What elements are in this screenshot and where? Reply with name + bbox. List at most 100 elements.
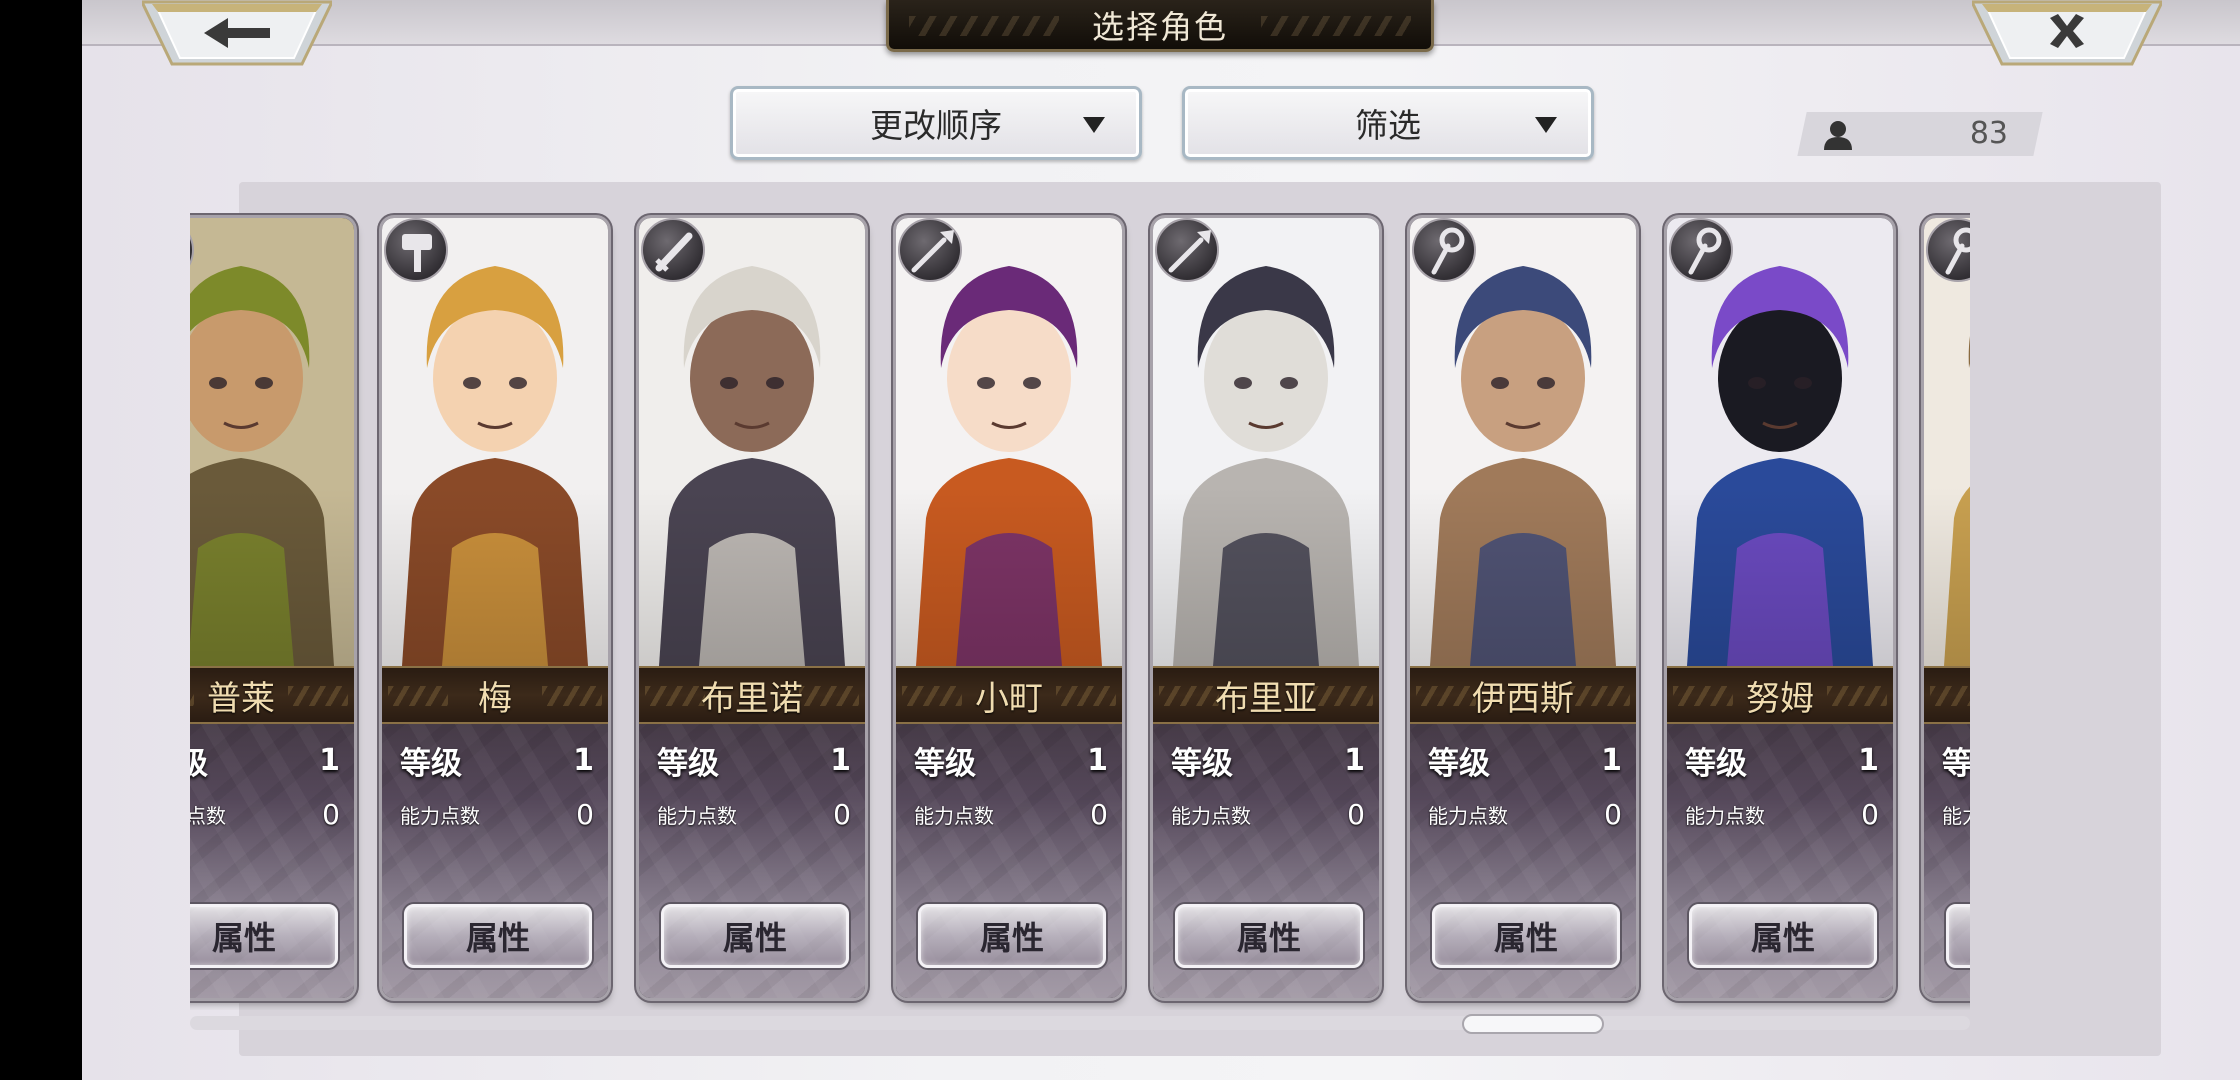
sort-order-label: 更改顺序 xyxy=(870,106,1002,145)
character-name: 布里亚 xyxy=(1215,678,1317,719)
level-row: 等级 1 xyxy=(1428,738,1622,782)
character-card[interactable]: 努姆 等级 1 能力点数 0 属性 xyxy=(1667,218,1893,998)
portrait-shade xyxy=(1153,218,1379,666)
attributes-button-label: 属性 xyxy=(722,919,787,957)
hammer-icon xyxy=(402,234,432,272)
character-name: 伊西斯 xyxy=(1472,678,1574,719)
horizontal-scrollbar-thumb[interactable] xyxy=(1462,1014,1604,1034)
spear-icon xyxy=(1168,230,1211,273)
game-screen: 选择角色 更改顺序 筛选 83 普莱 级 1 点数 0 属性 梅 等级 1 能力… xyxy=(0,0,2240,1080)
title-ornament-left xyxy=(909,16,1059,36)
staff-icon xyxy=(1431,227,1465,275)
character-card[interactable]: 梅 等级 1 能力点数 0 属性 xyxy=(382,218,608,998)
portrait-shade xyxy=(1410,218,1636,666)
character-card[interactable]: 小町 等级 1 能力点数 0 属性 xyxy=(896,218,1122,998)
portrait-shade xyxy=(1924,218,1970,666)
page-title: 选择角色 xyxy=(1091,7,1228,46)
chevron-down-icon xyxy=(1083,117,1105,133)
character-name: 努姆 xyxy=(1746,678,1814,719)
title-plate: 选择角色 xyxy=(886,0,1434,52)
hammer-icon xyxy=(384,218,448,282)
level-row: 等级 xyxy=(1942,738,1970,782)
sword-icon xyxy=(655,232,693,272)
level-label: 等级 xyxy=(1428,745,1490,782)
attributes-button-label: 属性 xyxy=(465,919,530,957)
ability-points-label: 能力点数 xyxy=(914,803,994,828)
ability-points-label: 能力点数 xyxy=(190,803,226,828)
level-label: 等级 xyxy=(657,745,719,782)
name-strip: 伊西斯 xyxy=(1410,666,1636,724)
level-value: 1 xyxy=(1601,742,1622,778)
ability-points-row: 能力点数 xyxy=(1942,796,1970,832)
ability-points-label: 能力点数 xyxy=(1685,803,1765,828)
level-label: 等级 xyxy=(190,745,208,782)
ability-points-label: 能力点数 xyxy=(400,803,480,828)
ability-points-value: 0 xyxy=(1347,797,1365,831)
spear-icon xyxy=(190,220,192,280)
back-button[interactable] xyxy=(142,0,332,66)
staff-icon xyxy=(1945,227,1970,275)
character-name: 梅 xyxy=(478,678,512,719)
ability-points-value: 0 xyxy=(833,797,851,831)
ability-points-row: 能力点数 0 xyxy=(1171,796,1365,832)
horizontal-scrollbar-track[interactable] xyxy=(190,1016,1970,1030)
attributes-button[interactable]: 属性 xyxy=(404,904,592,968)
character-count-value: 83 xyxy=(1969,116,2008,151)
attributes-button-label: 属性 xyxy=(211,919,276,957)
ability-points-row: 能力点数 0 xyxy=(1428,796,1622,832)
attributes-button[interactable]: 属性 xyxy=(1689,904,1877,968)
ability-points-label: 能力点数 xyxy=(1942,803,1970,828)
attributes-button[interactable]: 属性 xyxy=(190,904,338,968)
level-label: 等级 xyxy=(914,745,976,782)
spear-icon xyxy=(911,230,954,273)
ability-points-value: 0 xyxy=(322,797,340,831)
staff-icon xyxy=(1688,227,1722,275)
attributes-button-label: 属性 xyxy=(1493,919,1558,957)
character-card[interactable]: 布里诺 等级 1 能力点数 0 属性 xyxy=(639,218,865,998)
filter-dropdown[interactable]: 筛选 xyxy=(1182,86,1594,160)
sort-order-dropdown[interactable]: 更改顺序 xyxy=(730,86,1142,160)
attributes-button[interactable]: 属性 xyxy=(661,904,849,968)
ability-points-value: 0 xyxy=(576,797,594,831)
character-count: 83 xyxy=(1802,112,2038,156)
attributes-button[interactable]: 属性 xyxy=(1432,904,1620,968)
ability-points-value: 0 xyxy=(1090,797,1108,831)
ability-points-row: 能力点数 0 xyxy=(400,796,594,832)
character-card[interactable]: 伊西斯 等级 1 能力点数 0 属性 xyxy=(1410,218,1636,998)
back-arrow-icon xyxy=(142,0,332,66)
character-card[interactable]: 布里亚 等级 1 能力点数 0 属性 xyxy=(1153,218,1379,998)
staff-icon xyxy=(1926,218,1970,282)
level-row: 等级 1 xyxy=(1171,738,1365,782)
ability-points-row: 能力点数 0 xyxy=(190,796,340,832)
level-value: 1 xyxy=(1858,742,1879,778)
staff-icon xyxy=(1412,218,1476,282)
character-card[interactable]: 等级 能力点数 属性 xyxy=(1924,218,1970,998)
character-name: 布里诺 xyxy=(701,678,803,719)
attributes-button-label: 属性 xyxy=(979,919,1044,957)
name-strip: 布里诺 xyxy=(639,666,865,724)
character-list[interactable]: 普莱 等级 1 能力点数 0 属性 xyxy=(190,210,1970,1010)
name-strip: 梅 xyxy=(382,666,608,724)
level-value: 1 xyxy=(1344,742,1365,778)
character-card[interactable]: 普莱 等级 1 能力点数 0 属性 xyxy=(190,218,354,998)
name-strip xyxy=(1924,666,1970,724)
name-strip: 努姆 xyxy=(1667,666,1893,724)
attributes-button[interactable]: 属性 xyxy=(1946,904,1970,968)
staff-icon xyxy=(1669,218,1733,282)
portrait-shade xyxy=(1667,218,1893,666)
level-label: 等级 xyxy=(1942,745,1970,782)
spear-icon xyxy=(898,218,962,282)
attributes-button[interactable]: 属性 xyxy=(918,904,1106,968)
ability-points-row: 能力点数 0 xyxy=(914,796,1108,832)
sword-icon xyxy=(641,218,705,282)
ability-points-label: 能力点数 xyxy=(1171,803,1251,828)
name-strip: 小町 xyxy=(896,666,1122,724)
attributes-button[interactable]: 属性 xyxy=(1175,904,1363,968)
name-strip: 普莱 xyxy=(190,666,354,724)
level-value: 1 xyxy=(830,742,851,778)
character-name: 普莱 xyxy=(207,678,275,719)
close-button[interactable] xyxy=(1972,0,2162,66)
close-icon xyxy=(1972,0,2162,66)
title-ornament-right xyxy=(1261,16,1411,36)
portrait-shade xyxy=(382,218,608,666)
